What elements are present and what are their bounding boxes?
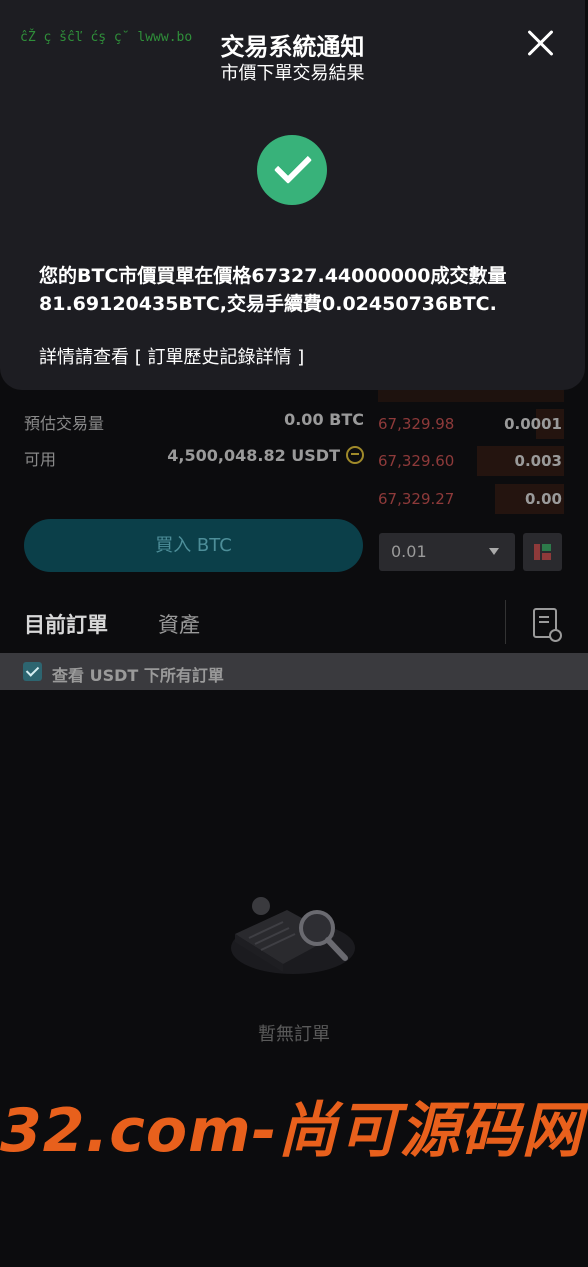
- notification-detail: 詳情請查看 [ 訂單歷史記錄詳情 ]: [39, 343, 304, 369]
- trade-notification-panel: ĉŽ ç šĉľ ćş ç˘ lwww.bo 交易系統通知 市價下單交易結果 您…: [0, 0, 585, 390]
- orderbook-quantity: 0.00: [524, 490, 562, 508]
- orderbook-row[interactable]: 67,329.98 0.0001: [378, 409, 564, 439]
- order-history-link[interactable]: [ 訂單歷史記錄詳情 ]: [135, 347, 305, 368]
- available-value-wrap: 4,500,048.82 USDT: [167, 446, 364, 465]
- tab-assets[interactable]: 資產: [158, 609, 200, 639]
- order-filter-bar: 查看 USDT 下所有訂單: [0, 653, 588, 690]
- orderbook-layout-button[interactable]: [523, 533, 562, 571]
- filter-checkbox[interactable]: [23, 662, 42, 681]
- detail-text: 詳情請查看: [39, 347, 129, 368]
- orderbook-quantity: 0.0001: [504, 415, 562, 433]
- empty-orders-text: 暫無訂單: [258, 1024, 330, 1045]
- empty-orders-icon: [231, 897, 355, 974]
- buy-btc-button[interactable]: 買入 BTC: [24, 519, 363, 572]
- estimated-volume-label: 預估交易量: [24, 414, 105, 433]
- orderbook-price: 67,329.27: [378, 490, 455, 508]
- layout-icon-part: [542, 553, 551, 560]
- quantity-select-value: 0.01: [391, 542, 427, 561]
- notification-title: 交易系統通知: [220, 33, 365, 61]
- orderbook-quantity: 0.003: [514, 452, 562, 470]
- convert-coin-icon[interactable]: [346, 446, 364, 464]
- notification-message-line1: 您的BTC市價買單在價格67327.44000000成交數量: [39, 265, 507, 287]
- estimated-volume-row: 預估交易量 0.00 BTC: [24, 406, 364, 434]
- available-label: 可用: [24, 450, 57, 469]
- available-balance-row: 可用 4,500,048.82 USDT: [24, 442, 364, 470]
- watermark: 32.com-尚可源码网: [0, 1096, 583, 1166]
- available-value: 4,500,048.82 USDT: [167, 446, 340, 465]
- tab-divider: [505, 600, 506, 644]
- order-history-icon[interactable]: [533, 608, 562, 642]
- notification-subtitle: 市價下單交易結果: [220, 63, 365, 84]
- notification-message-line2: 81.69120435BTC,交易手續費0.02450736BTC.: [39, 293, 497, 315]
- chevron-down-icon: [489, 548, 499, 555]
- close-icon[interactable]: [526, 28, 556, 58]
- success-check-icon: [257, 135, 327, 205]
- notification-message: 您的BTC市價買單在價格67327.44000000成交數量 81.691204…: [39, 262, 559, 318]
- orderbook-price: 67,329.98: [378, 415, 455, 433]
- filter-label: 查看 USDT 下所有訂單: [52, 666, 224, 685]
- orderbook-price: 67,329.60: [378, 452, 455, 470]
- orderbook-row[interactable]: 67,329.60 0.003: [378, 446, 564, 476]
- layout-icon-part: [542, 544, 551, 551]
- quantity-select[interactable]: 0.01: [379, 533, 515, 571]
- tab-current-orders[interactable]: 目前訂單: [24, 609, 108, 639]
- orderbook-row[interactable]: 67,329.27 0.00: [378, 484, 564, 514]
- layout-icon: [534, 544, 540, 560]
- estimated-volume-value: 0.00 BTC: [284, 410, 364, 429]
